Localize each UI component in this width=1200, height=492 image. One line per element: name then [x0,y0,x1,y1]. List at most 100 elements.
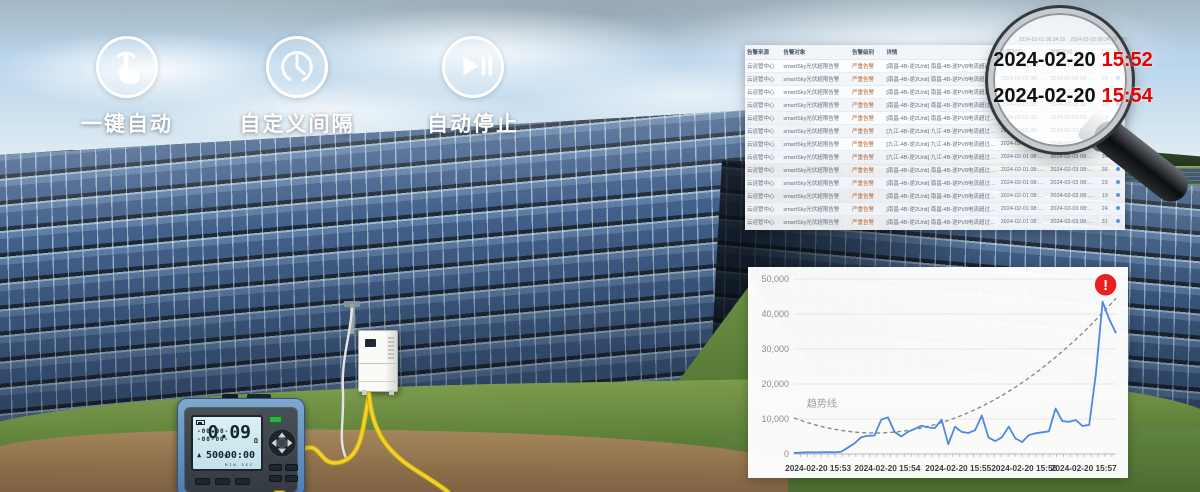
tap-icon [96,36,158,98]
alarm-cell: [南昌-4B-逆2Unit] 南昌-4B-逆PV8电流超过阈值70%，负载65%… [884,205,998,213]
promo-banner: -00-00- -00-00- 0.09 Ω ▲ 500v 00:00 MIN … [0,0,1200,492]
alarm-row[interactable]: 云运管中心smartSky光伏超限告警严重告警[南昌-4B-逆2Unit] 南昌… [745,203,1125,216]
alarm-row[interactable]: 云运管中心smartSky光伏超限告警严重告警[九江-4B-逆2Unit] 九江… [745,151,1125,164]
column-header: 告警对象 [781,48,850,56]
alarm-cell: 云运管中心 [745,218,781,226]
device-lcd-screen: -00-00- -00-00- 0.09 Ω ▲ 500v 00:00 MIN … [191,415,263,471]
alarm-cell: 严重告警 [850,62,884,70]
alarm-row[interactable]: 云运管中心smartSky光伏超限告警严重告警[南昌-4B-逆2Unit] 南昌… [745,216,1125,229]
alarm-cell: 严重告警 [850,166,884,174]
alarm-row[interactable]: 云运管中心smartSky光伏超限告警严重告警[南昌-4B-逆2Unit] 南昌… [745,190,1125,203]
alarm-cell: 云运管中心 [745,166,781,174]
alarm-cell: 严重告警 [850,205,884,213]
inverter-display [365,339,376,347]
power-indicator [269,416,282,423]
alarm-cell: 2024-02-01 08:34:19 [999,193,1049,199]
feature-auto-stop: 自动停止 [398,36,548,138]
alarm-cell: 严重告警 [850,192,884,200]
alarm-cell: [九江-4B-逆2Unit] 九江-4B-逆PV8电流超过阈值70%，负载65%… [884,140,998,148]
column-header: 告警来源 [745,48,781,56]
trend-line [794,298,1116,433]
alarm-cell: 2024-02-01 08:34:19 [999,154,1049,160]
alarm-cell: 2024-02-01 08:34:19 [999,219,1049,225]
alarm-cell: smartSky光伏超限告警 [781,179,850,187]
alarm-cell: [南昌-4B-逆2Unit] 南昌-4B-逆PV8电流超过阈值70%，负载65%… [884,166,998,174]
alarm-cell: 36 [1098,167,1112,173]
alarm-cell: 24 [1098,206,1112,212]
alarm-cell: 严重告警 [850,127,884,135]
alarm-cell: 严重告警 [850,88,884,96]
alarm-cell: 严重告警 [850,101,884,109]
device-button [215,478,230,485]
alarm-cell: 2024-02-03 08:34:19 [1048,193,1098,199]
alarm-cell: smartSky光伏超限告警 [781,218,850,226]
alarm-cell: smartSky光伏超限告警 [781,75,850,83]
alarm-cell: smartSky光伏超限告警 [781,166,850,174]
device-button [285,464,298,471]
alarm-cell: [南昌-4B-逆2Unit] 南昌-4B-逆PV8电流超过阈值70%，负载65%… [884,218,998,226]
alarm-cell: 19 [1098,193,1112,199]
alarm-trend-chart: 0 10,000 20,000 30,000 40,000 50,000 2024-02-2… [748,267,1128,478]
alarm-cell: 云运管中心 [745,140,781,148]
x-tick-label: 2024-02-20 15:54 [854,463,920,473]
magnified-date-line: 2024-02-2015:54 [968,85,1178,108]
magnified-table-microtext: 2024-02-01 08:34:19 2024-02-03 08:34:19 … [968,36,1178,43]
alarm-cell: 2024-02-03 08:34:19 [1048,154,1098,160]
x-tick-label: 2024-02-20 15:53 [785,463,851,473]
y-tick-label: 50,000 [761,274,789,284]
alarm-cell: 31 [1098,219,1112,225]
y-tick-label: 30,000 [761,344,789,354]
detail-action-icon[interactable] [1116,206,1120,210]
y-tick-label: 0 [784,449,789,459]
x-tick-label: 2024-02-20 15:56 [991,463,1057,473]
y-tick-label: 10,000 [761,414,789,424]
alarm-cell: 云运管中心 [745,114,781,122]
alarm-cell: 云运管中心 [745,88,781,96]
alarm-cell: 云运管中心 [745,153,781,161]
alarm-cell: [南昌-4B-逆2Unit] 南昌-4B-逆PV8电流超过阈值70%，负载65%… [884,192,998,200]
alarm-cell: 严重告警 [850,114,884,122]
alarm-chart-svg: 0 10,000 20,000 30,000 40,000 50,000 2024-02-2… [748,267,1128,478]
solar-inverter-box [358,330,398,392]
alarm-cell: [南昌-4B-逆2Unit] 南昌-4B-逆PV8电流超过阈值70%，负载65%… [884,179,998,187]
alarm-cell: 2024-02-03 08:34:19 [1048,180,1098,186]
alarm-row[interactable]: 云运管中心smartSky光伏超限告警严重告警[南昌-4B-逆2Unit] 南昌… [745,164,1125,177]
feature-label: 自定义间隔 [222,108,372,138]
magnified-time: 15:52 [1102,49,1153,71]
trend-line-label: 趋势线 [807,397,837,410]
alarm-cell: 2024-02-01 08:34:19 [999,206,1049,212]
y-tick-label: 20,000 [761,379,789,389]
alarm-cell: smartSky光伏超限告警 [781,127,850,135]
alarm-cell: 严重告警 [850,75,884,83]
device-button [269,464,282,471]
alarm-cell: 2024-02-01 08:34:19 [999,180,1049,186]
x-tick-label: 2024-02-20 15:57 [1051,463,1117,473]
alarm-cell: 2024-02-03 08:34:19 [1048,219,1098,225]
alarm-cell: 29 [1098,180,1112,186]
inverter-vents [388,337,394,359]
inverter-pole [350,304,354,334]
battery-icon [196,420,205,425]
play-pause-icon [442,36,504,98]
detail-action-icon[interactable] [1116,193,1120,197]
clock-icon [266,36,328,98]
alarm-row[interactable]: 云运管中心smartSky光伏超限告警严重告警[南昌-4B-逆2Unit] 南昌… [745,177,1125,190]
feature-label: 一键自动 [52,108,202,138]
feature-label: 自动停止 [398,108,548,138]
device-button [285,475,298,482]
alarm-cell: 2024-02-03 08:34:19 [1048,206,1098,212]
alarm-cell: [南昌-4B-逆2Unit] 南昌-4B-逆PV8电流超过阈值70%，负载65%… [884,114,998,122]
alarm-cell: 严重告警 [850,140,884,148]
alarm-cell: 2024-02-01 08:34:19 [999,167,1049,173]
alarm-cell: 严重告警 [850,179,884,187]
detail-action-icon[interactable] [1116,180,1120,184]
y-tick-label: 40,000 [761,309,789,319]
detail-action-icon[interactable] [1116,167,1120,171]
lcd-timer: 00:00 [225,450,255,461]
lcd-ohm-unit: Ω [254,437,258,445]
lcd-main-reading: 0.09 [208,422,251,443]
alarm-cell: 云运管中心 [745,75,781,83]
x-tick-label: 2024-02-20 15:55 [925,463,991,473]
alarm-cell: smartSky光伏超限告警 [781,153,850,161]
detail-action-icon[interactable] [1116,219,1120,223]
